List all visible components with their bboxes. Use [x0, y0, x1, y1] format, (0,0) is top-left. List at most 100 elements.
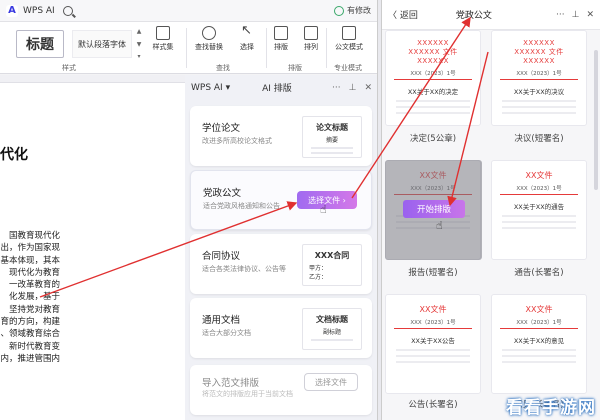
find-replace-label: 查找替换	[195, 43, 223, 51]
arrange-button[interactable]: 排列	[292, 26, 330, 60]
style-set-button[interactable]: 样式集	[144, 26, 182, 60]
card-general[interactable]: 通用文档 适合大部分文档 文档标题 副标题	[190, 298, 372, 358]
edit-status-icon	[334, 5, 344, 16]
template-doc-number: XXX（2023）1号	[516, 186, 562, 192]
edit-status-label: 有修改	[347, 6, 371, 15]
template-header-line: XXXXXX	[417, 39, 449, 47]
template-subject: XX关于XX的通告	[513, 203, 565, 211]
wps-logo-icon: A	[6, 4, 18, 17]
template-caption: 决议(短署名)	[514, 134, 564, 144]
layout-icon	[274, 26, 288, 40]
template-red-rule	[500, 194, 578, 195]
style-title-preset[interactable]: 标题	[16, 30, 64, 58]
template-red-rule	[500, 328, 578, 329]
thesis-thumbnail: 论文标题 摘要	[302, 116, 362, 158]
template-header-line: XXXXXX 文件	[514, 48, 564, 56]
template-header-line: XXXXXX	[523, 39, 555, 47]
card-general-desc: 适合大部分文档	[202, 329, 251, 337]
group-find-label: 查找	[216, 64, 230, 72]
select-label: 选择	[240, 43, 254, 51]
style-default-preset[interactable]: 默认段落字体	[72, 30, 132, 58]
template-card[interactable]: XX文件 XXX（2023）1号 XX关于XX公告	[385, 294, 481, 394]
ai-layout-panel: WPS AI ▾ AI 排版 ··· ⊥ ✕ 学位论文 改进多所高校论文格式 论…	[185, 75, 377, 420]
general-thumbnail: 文档标题 副标题	[302, 308, 362, 350]
card-contract-desc: 适合各类法律协议、公告等	[202, 265, 286, 273]
back-button[interactable]: 〈 返回	[388, 8, 418, 21]
template-header-line: XXXXXX	[417, 57, 449, 65]
group-pro-label: 专业模式	[334, 64, 362, 72]
card-import-sample[interactable]: 导入范文排版 将范文的排版应用于当前文档 选择文件	[190, 365, 372, 415]
template-card[interactable]: XXXXXX XXXXXX 文件 XXXXXX XXX（2023）1号 XX关于XX的决…	[491, 30, 587, 126]
template-doc-number: XXX（2023）1号	[410, 71, 456, 77]
official-doc-icon	[342, 26, 356, 40]
start-layout-button[interactable]: 开始排版	[403, 200, 465, 218]
template-header-line: XXXXXX	[523, 57, 555, 65]
card-official-name: 党政公文	[203, 188, 242, 199]
import-select-file-button[interactable]: 选择文件	[304, 373, 358, 391]
document-line: 一改革教育的	[8, 280, 60, 291]
document-line: 内，推进管围内	[0, 353, 60, 364]
template-doc-number: XXX（2023）1号	[410, 320, 456, 326]
template-subject: XX关于XX的决议	[513, 88, 565, 96]
close-icon[interactable]: ✕	[364, 83, 372, 93]
document-line: 坚持党对教育	[8, 304, 60, 315]
card-thesis[interactable]: 学位论文 改进多所高校论文格式 论文标题 摘要	[190, 106, 372, 166]
more-icon[interactable]: ···	[556, 10, 565, 20]
title-bar: A WPS AI 有修改	[0, 0, 377, 22]
card-official-desc: 适合党政风格通知和公告	[203, 202, 280, 210]
template-caption: 通告(长署名)	[514, 268, 564, 278]
card-thesis-desc: 改进多所高校论文格式	[202, 137, 272, 145]
gallery-header: 〈 返回 党政公文 ··· ⊥ ✕	[382, 0, 600, 30]
hand-cursor-icon: ☝	[320, 203, 327, 216]
template-caption: 报告(短署名)	[408, 268, 458, 278]
card-thesis-name: 学位论文	[202, 123, 241, 134]
contract-thumbnail: XXX合同 甲方： 乙方：	[302, 244, 362, 286]
ruler	[0, 75, 186, 83]
template-caption: 公告(长署名)	[408, 400, 458, 410]
find-icon	[202, 26, 216, 40]
template-card[interactable]: XXXXXX XXXXXX 文件 XXXXXX XXX（2023）1号 XX关于XX的决…	[385, 30, 481, 126]
document-body: 国教育现代化 出，作为国家现 基本体现，其本 现代化为教育 一改革教育的 化发展，基于 坚持…	[0, 230, 186, 365]
search-icon[interactable]	[62, 5, 73, 16]
official-mode-button[interactable]: 公文模式	[330, 26, 368, 60]
card-official-doc[interactable]: 党政公文 适合党政风格通知和公告 选择文件 ›	[190, 170, 372, 230]
official-mode-label: 公文模式	[335, 43, 363, 51]
more-icon[interactable]: ···	[332, 83, 341, 93]
card-contract[interactable]: 合同协议 适合各类法律协议、公告等 XXX合同 甲方： 乙方：	[190, 234, 372, 294]
style-set-label: 样式集	[152, 43, 174, 51]
hand-cursor-icon: ☝	[436, 219, 443, 232]
ai-brand-dropdown[interactable]: WPS AI ▾	[191, 83, 230, 93]
layout-label: 排版	[274, 43, 288, 51]
ribbon-toolbar: 标题 默认段落字体 ▲▼▾ 样式集 查找替换 选择 排版 排列 公文模式	[0, 22, 377, 74]
select-file-button[interactable]: 选择文件 ›	[297, 191, 357, 209]
template-doc-number: XXX（2023）1号	[516, 320, 562, 326]
scrollbar[interactable]	[594, 50, 598, 190]
divider	[186, 28, 187, 68]
thumb-sub: 摘要	[325, 137, 338, 144]
ai-panel-title: AI 排版	[262, 84, 292, 94]
edit-status[interactable]: 有修改	[334, 5, 371, 16]
close-icon[interactable]: ✕	[586, 10, 594, 20]
template-subject: XX关于XX公告	[411, 337, 455, 345]
card-import-desc: 将范文的排版应用于当前文档	[202, 390, 293, 398]
ai-panel-header: WPS AI ▾ AI 排版 ··· ⊥ ✕	[185, 75, 377, 100]
find-replace-button[interactable]: 查找替换	[190, 26, 228, 60]
select-button[interactable]: 选择	[228, 23, 266, 60]
document-line: 国教育现代化	[8, 231, 60, 241]
template-caption: 决定(5公章)	[409, 134, 457, 144]
template-header-line: XXXXXX 文件	[408, 48, 458, 56]
arrange-icon	[304, 26, 318, 40]
pin-icon[interactable]: ⊥	[572, 10, 580, 20]
template-file-title: XX文件	[419, 305, 447, 314]
document-line: 现代化为教育	[8, 267, 60, 278]
document-line: 育的方向，构建	[0, 317, 60, 328]
style-scroll[interactable]: ▲ ▼ ▾	[134, 28, 144, 60]
template-doc-number: XXX（2023）1号	[516, 71, 562, 77]
template-red-rule	[394, 328, 472, 329]
template-card[interactable]: XX文件 XXX（2023）1号 XX关于XX的意见	[491, 294, 587, 394]
ai-brand-label: WPS AI	[191, 82, 223, 93]
template-card[interactable]: XX文件 XXX（2023）1号 XX关于XX的通告	[491, 160, 587, 260]
group-layout-label: 排版	[288, 64, 302, 72]
pin-icon[interactable]: ⊥	[349, 83, 357, 93]
template-file-title: XX文件	[525, 171, 553, 180]
